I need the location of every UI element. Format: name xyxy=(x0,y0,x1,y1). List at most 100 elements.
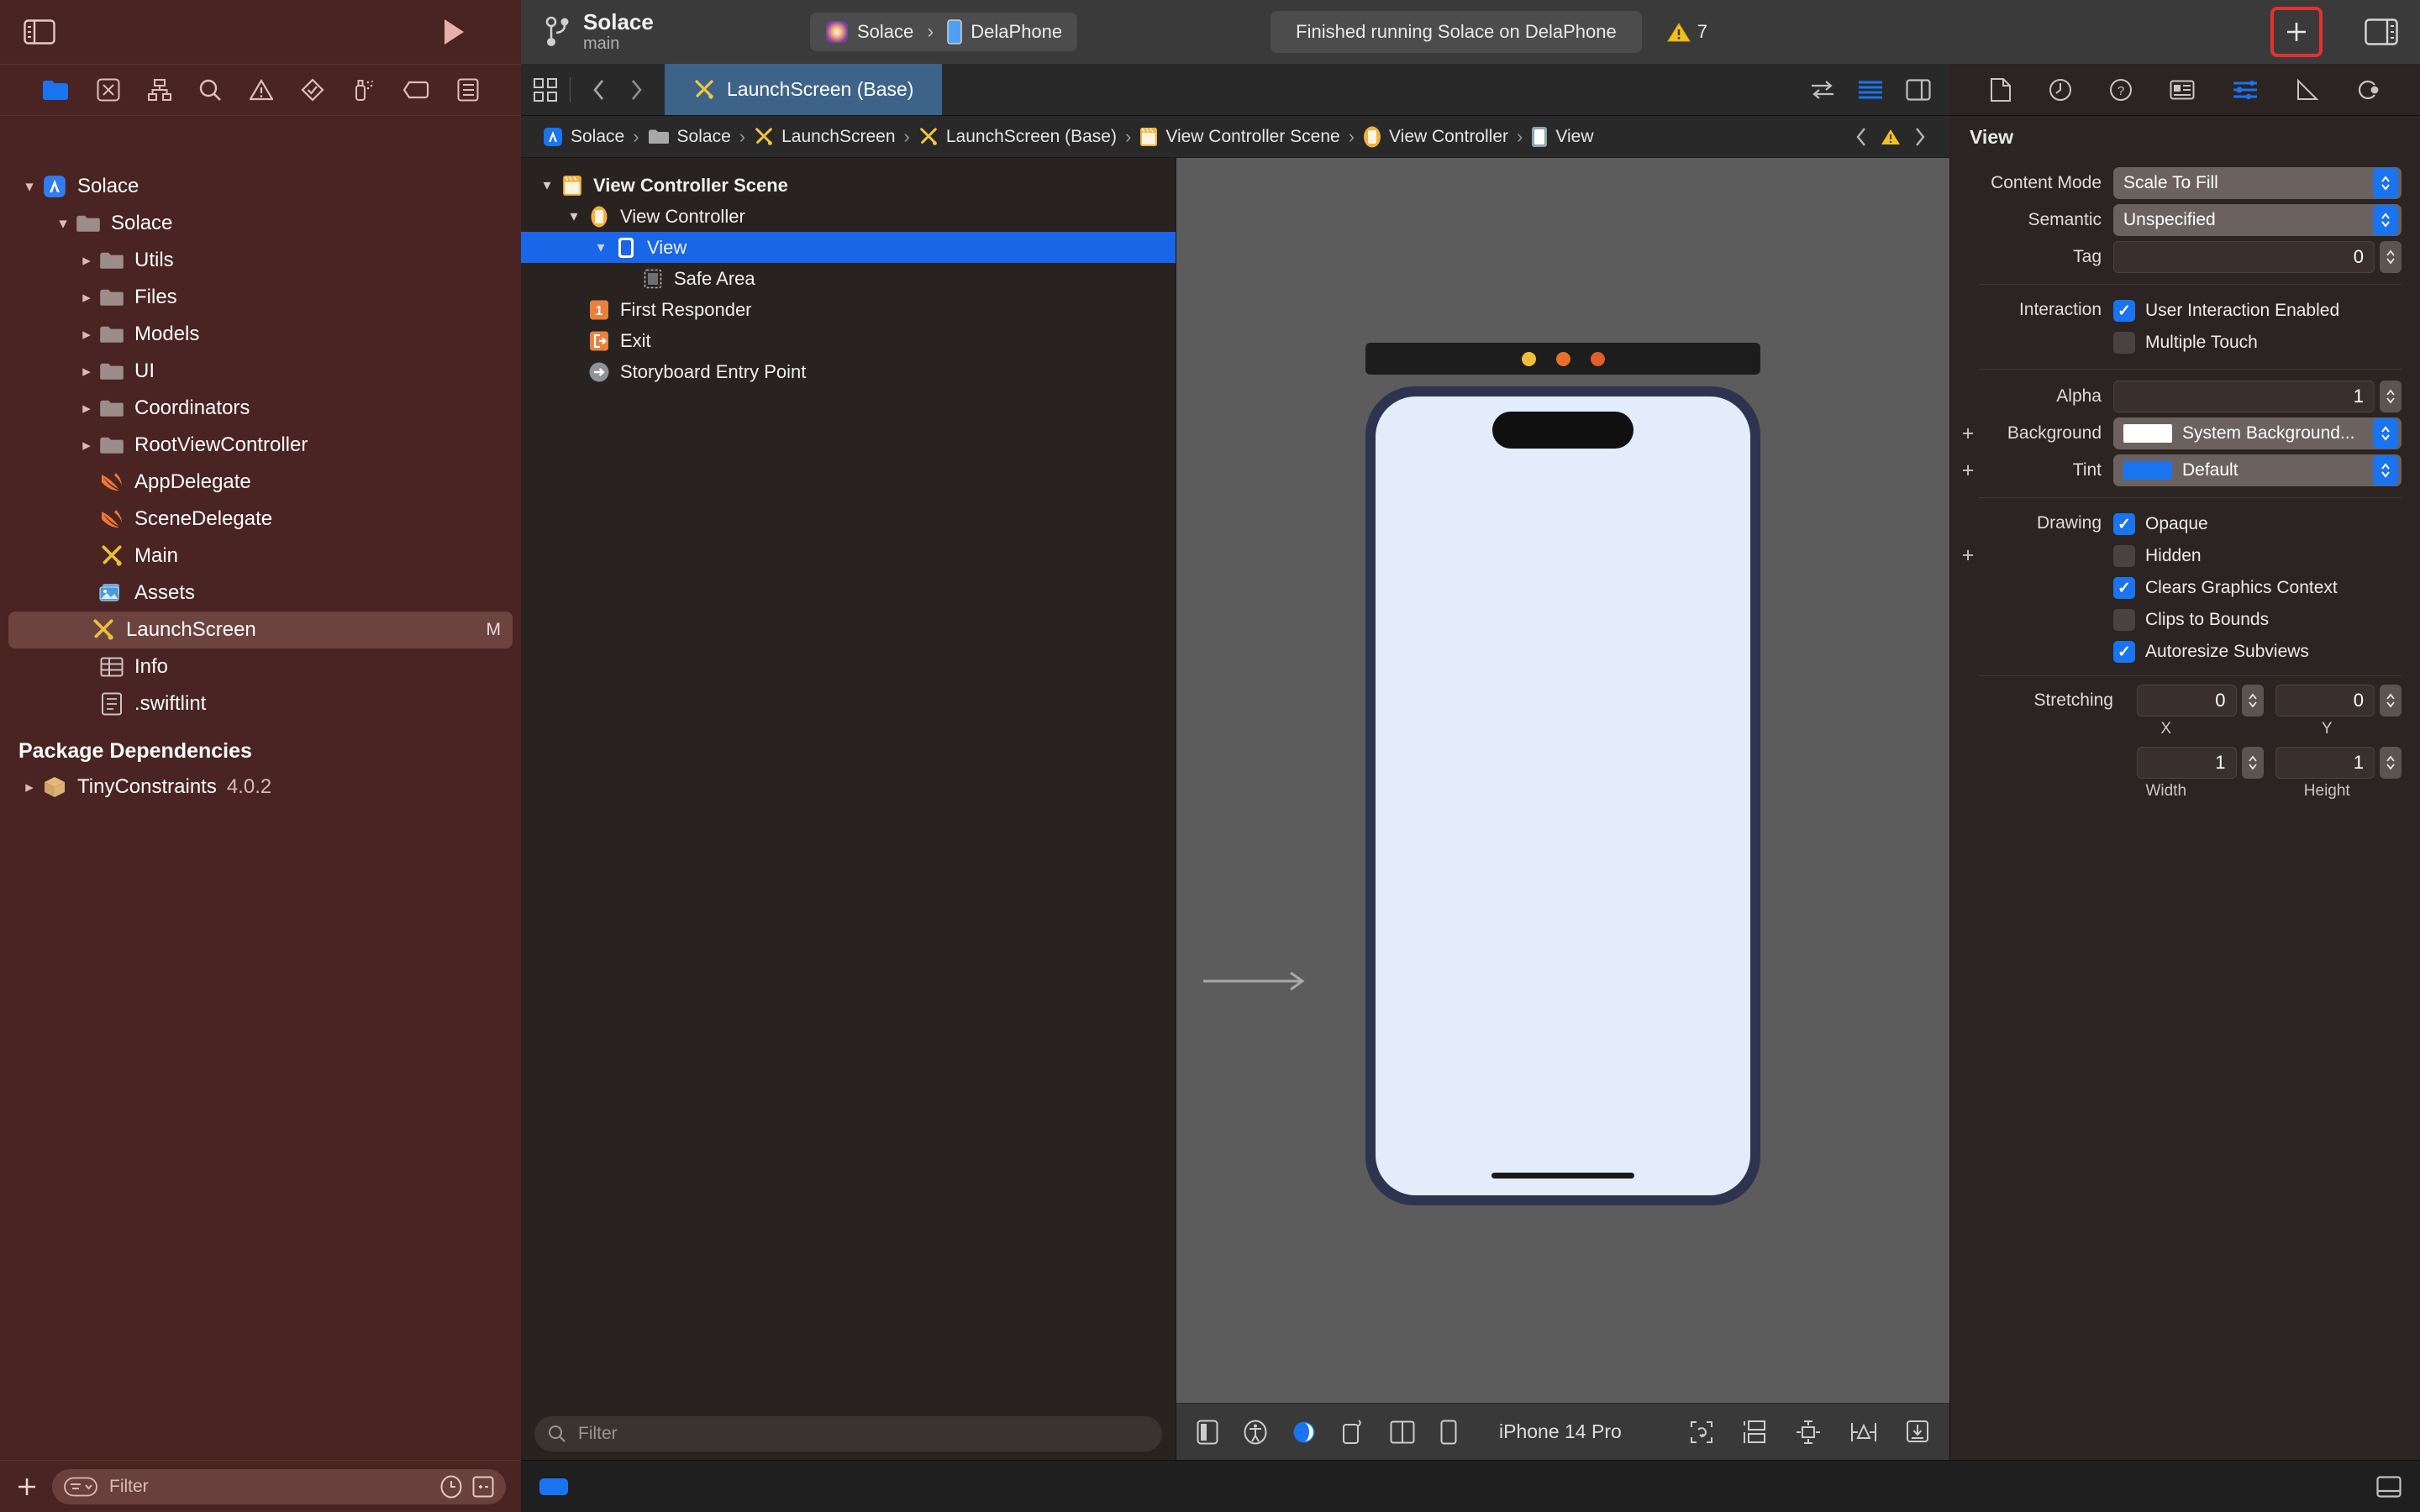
tree-row[interactable]: ▸ UI xyxy=(8,353,513,390)
outline-row-viewcontroller[interactable]: ▾ View Controller xyxy=(521,201,1176,232)
add-background-icon[interactable]: + xyxy=(1957,422,1979,446)
device-bezel-icon[interactable] xyxy=(1197,1420,1218,1445)
clips-to-bounds-checkbox[interactable] xyxy=(2113,609,2135,631)
tint-color-swatch[interactable] xyxy=(2123,461,2172,480)
filter-icon[interactable] xyxy=(64,1477,97,1497)
chevron-right-icon[interactable]: ▸ xyxy=(76,436,97,455)
clears-graphics-context-checkbox[interactable]: ✓ xyxy=(2113,577,2135,599)
hidden-checkbox[interactable] xyxy=(2113,545,2135,567)
chevron-down-icon[interactable]: ▾ xyxy=(588,239,613,256)
clock-icon[interactable] xyxy=(440,1475,462,1499)
view-canvas[interactable] xyxy=(1376,396,1750,1195)
search-icon[interactable] xyxy=(198,78,222,102)
stretching-x-stepper[interactable] xyxy=(2241,685,2264,717)
add-tint-icon[interactable]: + xyxy=(1957,459,1979,483)
hierarchy-icon[interactable] xyxy=(147,78,171,102)
stretching-width-field[interactable]: 1 xyxy=(2137,747,2237,779)
warning-triangle-icon[interactable] xyxy=(1881,128,1901,146)
alpha-stepper[interactable] xyxy=(2380,381,2402,412)
semantic-popup[interactable]: Unspecified xyxy=(2113,204,2402,236)
chevron-updown-icon[interactable] xyxy=(2373,455,2398,486)
content-mode-popup[interactable]: Scale To Fill xyxy=(2113,167,2402,199)
appearance-icon[interactable] xyxy=(1292,1420,1316,1444)
embed-in-icon[interactable] xyxy=(1743,1420,1766,1445)
chevron-right-icon[interactable]: ▸ xyxy=(76,251,97,270)
update-frames-icon[interactable] xyxy=(1689,1420,1714,1445)
quick-help-icon[interactable]: ? xyxy=(2109,78,2133,102)
opaque-row[interactable]: ✓ Opaque xyxy=(2113,508,2208,540)
tree-row[interactable]: Main xyxy=(8,538,513,575)
outline-row-entry-point[interactable]: Storyboard Entry Point xyxy=(521,356,1176,387)
autoresize-subviews-checkbox[interactable]: ✓ xyxy=(2113,641,2135,663)
chevron-down-icon[interactable]: ▾ xyxy=(561,207,587,225)
stretching-height-field[interactable]: 1 xyxy=(2275,747,2375,779)
tree-row[interactable]: SceneDelegate xyxy=(8,501,513,538)
add-editor-icon[interactable] xyxy=(1906,78,1931,101)
file-inspector-icon[interactable] xyxy=(1990,77,2012,102)
breadcrumb-item-1[interactable]: Solace xyxy=(641,127,738,147)
canvas-stage[interactable] xyxy=(1176,158,1949,1403)
chevron-updown-icon[interactable] xyxy=(2373,205,2398,235)
tree-row[interactable]: ▸ Files xyxy=(8,279,513,316)
folder-icon[interactable] xyxy=(42,79,69,101)
orientation-icon[interactable] xyxy=(1341,1419,1365,1445)
breadcrumb-item-4[interactable]: View Controller Scene xyxy=(1133,127,1346,147)
tag-field[interactable]: 0 xyxy=(2113,241,2375,273)
stretching-x-field[interactable]: 0 xyxy=(2137,685,2237,717)
tree-row[interactable]: ▸ Models xyxy=(8,316,513,353)
breadcrumb-item-0[interactable]: Solace xyxy=(536,127,631,147)
add-constraints-icon[interactable] xyxy=(1850,1420,1877,1445)
chevron-down-icon[interactable]: ▾ xyxy=(18,177,40,197)
breakpoint-tag-icon[interactable] xyxy=(402,81,429,99)
navigator-filter-input[interactable]: Filter xyxy=(52,1468,506,1504)
tree-row[interactable]: .swiftlint xyxy=(8,685,513,722)
outline-row-safearea[interactable]: Safe Area xyxy=(521,263,1176,294)
multiple-touch-row[interactable]: Multiple Touch xyxy=(2113,327,2258,359)
attributes-inspector-icon[interactable] xyxy=(2232,79,2259,101)
outline-row-exit[interactable]: Exit xyxy=(521,325,1176,356)
breadcrumb-item-5[interactable]: View Controller xyxy=(1356,126,1515,148)
stretching-y-field[interactable]: 0 xyxy=(2275,685,2375,717)
tint-popup[interactable]: Default xyxy=(2113,454,2402,486)
size-inspector-icon[interactable] xyxy=(2296,78,2319,102)
breadcrumb-item-6[interactable]: View xyxy=(1524,126,1600,148)
tab-grid-icon[interactable] xyxy=(533,77,558,102)
outline-filter-input[interactable]: Filter xyxy=(534,1416,1162,1452)
warning-indicator[interactable]: 7 xyxy=(1666,21,1707,43)
stret I-y-stepper[interactable] xyxy=(2380,685,2402,717)
chevron-down-icon[interactable]: ▾ xyxy=(534,176,560,194)
add-drawing-icon[interactable]: + xyxy=(1957,543,1979,568)
chevron-right-icon[interactable] xyxy=(1914,126,1926,148)
connections-inspector-icon[interactable] xyxy=(2356,78,2380,102)
sidebar-right-icon[interactable] xyxy=(2365,18,2398,45)
clips-to-bounds-row[interactable]: Clips to Bounds xyxy=(2113,604,2269,636)
accessibility-icon[interactable] xyxy=(1244,1420,1267,1445)
background-popup[interactable]: System Background... xyxy=(2113,417,2402,449)
chevron-right-icon[interactable] xyxy=(619,78,653,102)
test-diamond-icon[interactable] xyxy=(301,78,324,102)
chevron-right-icon[interactable]: ▸ xyxy=(76,325,97,344)
chevron-left-icon[interactable] xyxy=(582,78,616,102)
add-remove-icon[interactable] xyxy=(472,1476,494,1498)
tree-row[interactable]: ▸ RootViewController xyxy=(8,427,513,464)
opaque-checkbox[interactable]: ✓ xyxy=(2113,513,2135,535)
outline-row-view[interactable]: ▾ View xyxy=(521,232,1176,263)
source-control-icon[interactable] xyxy=(97,78,120,102)
sidebar-left-icon[interactable] xyxy=(24,19,55,45)
package-row[interactable]: ▸ TinyConstraints 4.0.2 xyxy=(8,769,513,806)
user-interaction-enabled-checkbox[interactable]: ✓ xyxy=(2113,300,2135,322)
alpha-field[interactable]: 1 xyxy=(2113,381,2375,412)
device-preview[interactable] xyxy=(1365,343,1760,1205)
tree-row-launchscreen[interactable]: LaunchScreen M xyxy=(8,612,513,648)
report-list-icon[interactable] xyxy=(457,78,479,102)
bottom-panel-icon[interactable] xyxy=(2376,1475,2402,1498)
chevron-right-icon[interactable]: ▸ xyxy=(76,399,97,418)
scheme-destination-selector[interactable]: Solace › DelaPhone xyxy=(810,13,1078,51)
play-icon[interactable] xyxy=(442,18,466,46)
chevron-updown-icon[interactable] xyxy=(2373,168,2398,198)
tree-row[interactable]: ▾ Solace xyxy=(8,205,513,242)
device-size-icon[interactable] xyxy=(1440,1420,1457,1445)
tag-stepper[interactable] xyxy=(2380,241,2402,273)
tree-row[interactable]: ▸ Coordinators xyxy=(8,390,513,427)
activity-status-bar[interactable]: Finished running Solace on DelaPhone xyxy=(1270,11,1642,53)
